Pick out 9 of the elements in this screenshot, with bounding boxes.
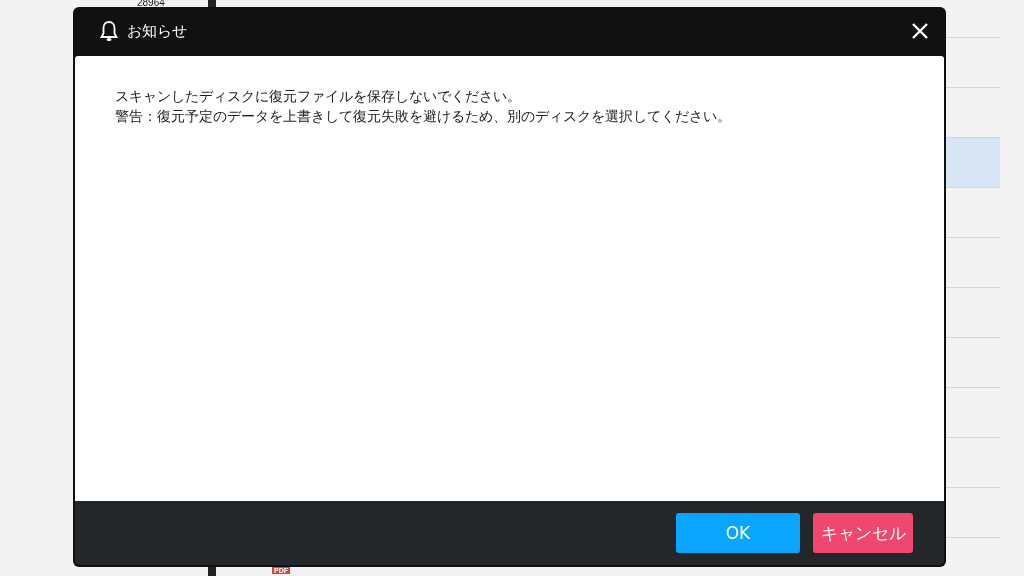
message-text: スキャンしたディスクに復元ファイルを保存しないでください。 bbox=[115, 87, 522, 106]
pane-splitter[interactable] bbox=[208, 0, 216, 7]
ok-button[interactable]: OK bbox=[676, 513, 800, 553]
message-text: 警告：復元予定のデータを上書きして復元失敗を避けるため、別のディスクを選択してください。 bbox=[115, 107, 732, 126]
window-title: お知らせ bbox=[127, 21, 188, 41]
cancel-button[interactable]: キャンセル bbox=[813, 513, 913, 553]
bell-icon bbox=[99, 20, 119, 42]
pane-splitter[interactable] bbox=[208, 567, 216, 576]
list-row[interactable] bbox=[946, 138, 1000, 188]
